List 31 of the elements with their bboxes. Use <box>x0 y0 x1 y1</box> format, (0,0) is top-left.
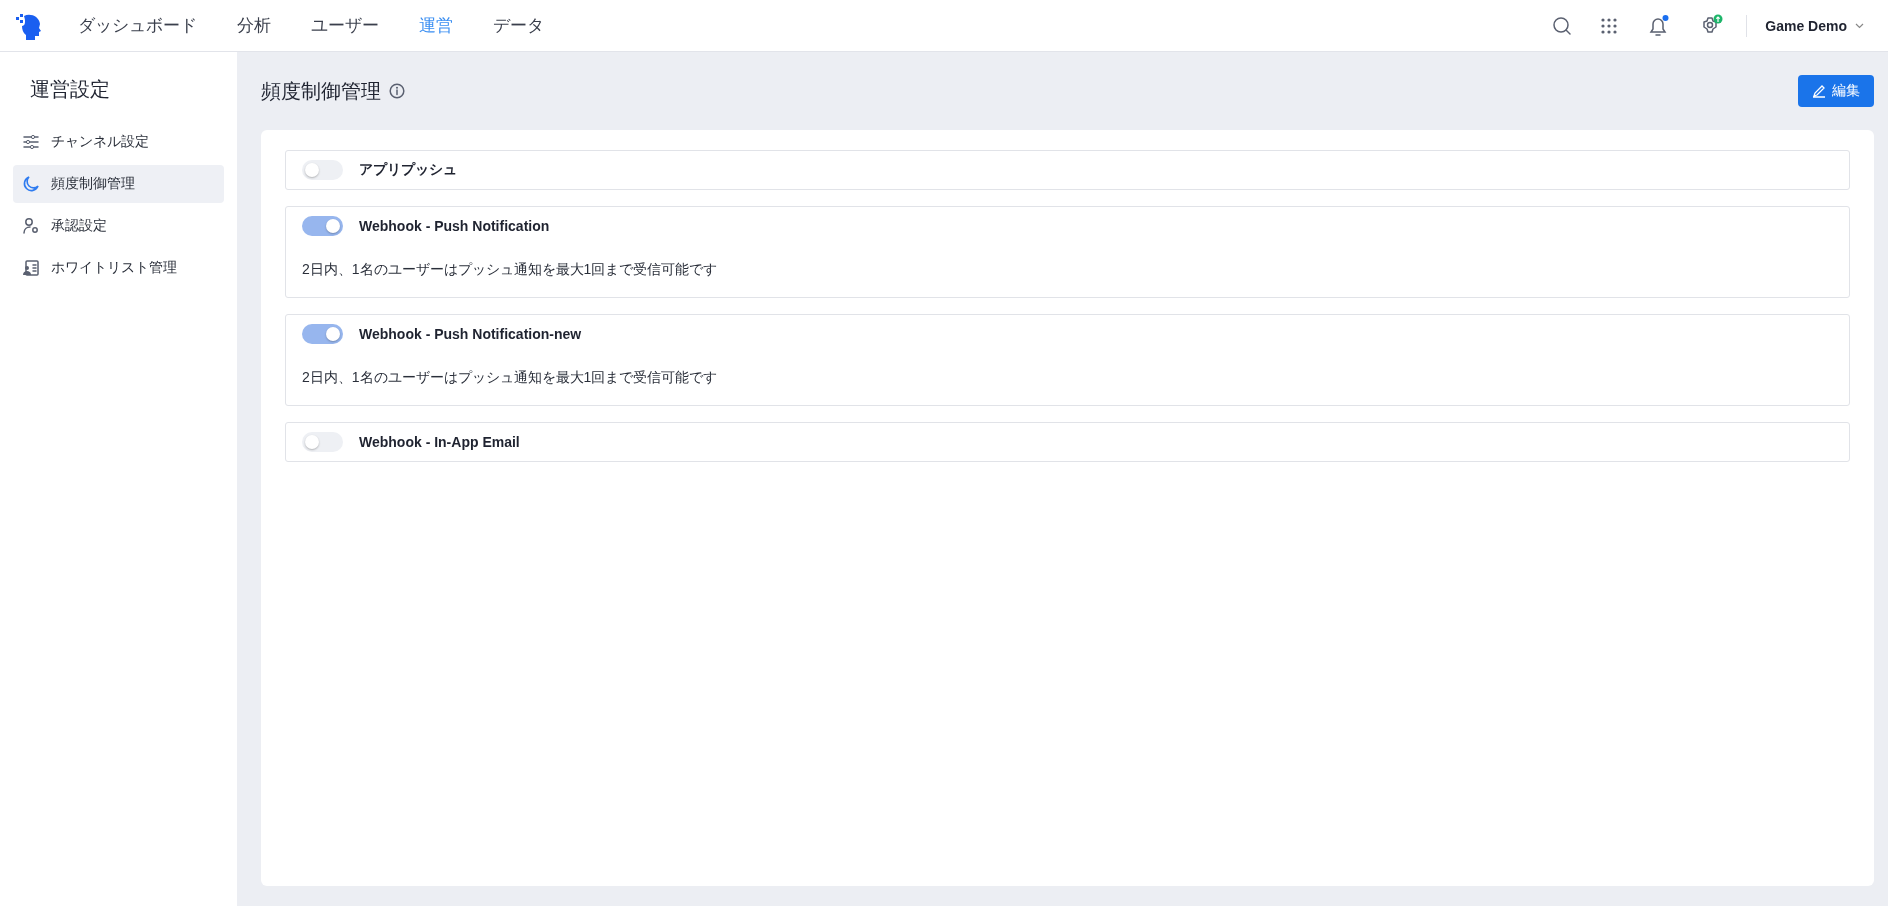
search-icon[interactable] <box>1552 15 1573 36</box>
nav-tab[interactable]: 分析 <box>217 0 291 52</box>
page-title: 頻度制御管理 <box>261 78 381 104</box>
sidebar-item[interactable]: 承認設定 <box>13 207 224 245</box>
rule-description: 2日内、1名のユーザーはプッシュ通知を最大1回まで受信可能です <box>302 261 719 279</box>
rule-description: 2日内、1名のユーザーはプッシュ通知を最大1回まで受信可能です <box>302 369 719 387</box>
sliders-icon <box>22 133 40 151</box>
info-icon <box>389 83 405 99</box>
user-gear-icon <box>22 217 40 235</box>
nav-tab[interactable]: ユーザー <box>291 0 399 52</box>
nav-tab[interactable]: ダッシュボード <box>58 0 217 52</box>
toggle-switch[interactable] <box>302 216 343 236</box>
user-menu[interactable]: Game Demo <box>1761 17 1874 34</box>
rule-name: Webhook - Push Notification-new <box>359 326 582 342</box>
sidebar-item[interactable]: チャンネル設定 <box>13 123 224 161</box>
rule-name: Webhook - In-App Email <box>359 434 520 450</box>
moon-icon <box>22 175 40 193</box>
toggle-switch[interactable] <box>302 324 343 344</box>
chevron-down-icon <box>1855 22 1864 29</box>
rule-name: Webhook - Push Notification <box>359 218 550 234</box>
grid-icon[interactable] <box>1600 16 1619 35</box>
nav-tab[interactable]: データ <box>473 0 564 52</box>
sidebar-item[interactable]: ホワイトリスト管理 <box>13 249 224 287</box>
contact-card-icon <box>22 259 40 277</box>
rule-name: アプリプッシュ <box>359 161 457 179</box>
pencil-icon <box>1812 84 1826 98</box>
sidebar-item[interactable]: 頻度制御管理 <box>13 165 224 203</box>
edit-button[interactable]: 編集 <box>1798 75 1874 107</box>
sidebar-title: 運営設定 <box>30 77 111 102</box>
toggle-switch[interactable] <box>302 432 343 452</box>
toggle-switch[interactable] <box>302 160 343 180</box>
